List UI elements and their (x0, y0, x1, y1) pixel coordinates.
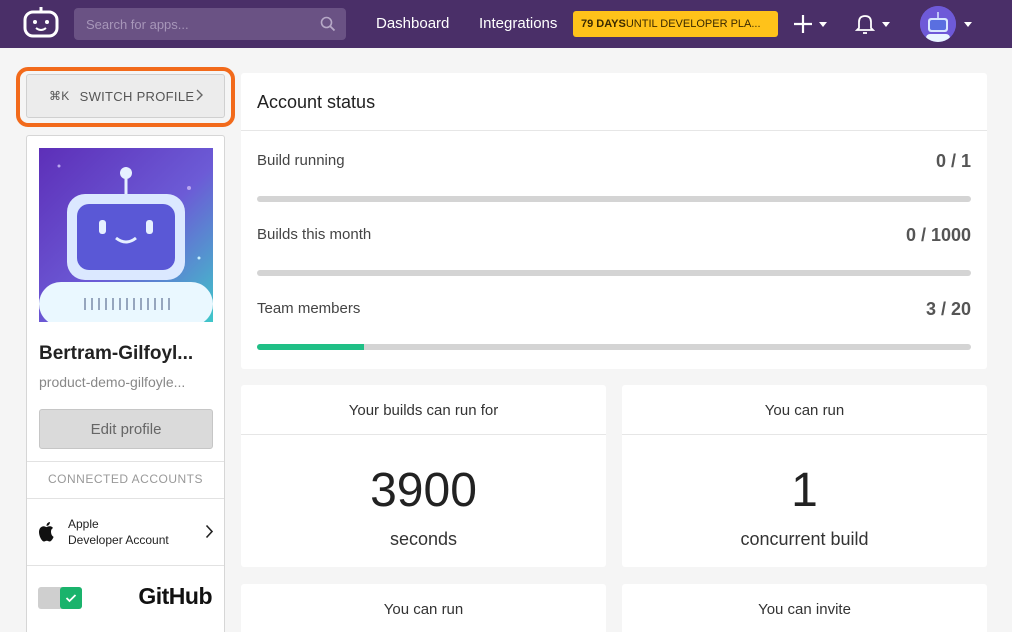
stat-heading: You can run (383, 601, 464, 618)
stat-number: 3900 (370, 464, 477, 517)
switch-profile-button[interactable]: ⌘K SWITCH PROFILE (26, 74, 225, 118)
github-connection-toggle[interactable] (38, 587, 82, 609)
profile-card: Bertram-Gilfoyl... product-demo-gilfoyle… (26, 135, 225, 632)
account-status-title: Account status (257, 92, 376, 112)
profile-robot-image (39, 148, 213, 322)
switch-profile-shortcut: ⌘K (49, 89, 70, 103)
concurrency-card: You can run 1 concurrent build (622, 385, 987, 567)
metric-value: 3 / 20 (925, 299, 971, 319)
apple-account-label: Apple Developer Account (68, 516, 169, 548)
apple-account-line1: Apple (68, 517, 99, 531)
notifications-chevron-down-icon[interactable] (882, 22, 890, 27)
switch-profile-label: SWITCH PROFILE (79, 88, 195, 104)
metric-value: 0 / 1000 (905, 225, 971, 245)
apple-account-line2: Developer Account (68, 533, 169, 547)
chevron-right-icon[interactable] (205, 524, 214, 544)
top-navigation-bar: Dashboard Integrations 79 DAYS UNTIL DEV… (0, 0, 1012, 48)
stat-number: 1 (791, 464, 818, 517)
chevron-right-icon (196, 88, 204, 105)
search-input[interactable] (86, 16, 306, 32)
builds-month-progress-bar (257, 270, 971, 276)
stat-heading: You can invite (758, 601, 851, 618)
trial-countdown-banner[interactable]: 79 DAYS UNTIL DEVELOPER PLA... (573, 11, 778, 37)
metric-label: Team members (257, 300, 361, 317)
metric-label: Builds this month (257, 226, 372, 243)
team-members-progress-bar (257, 344, 971, 350)
search-icon[interactable] (320, 16, 336, 37)
stat-heading: Your builds can run for (241, 385, 606, 435)
nav-dashboard-link[interactable]: Dashboard (376, 15, 449, 32)
progress-fill (257, 344, 365, 350)
builds-running-progress-bar (257, 196, 971, 202)
stat-heading: You can run (622, 385, 987, 435)
profile-handle: product-demo-gilfoyle... (39, 374, 186, 390)
metric-label: Build running (257, 152, 345, 169)
account-status-card: Account status Build running 0 / 1 Build… (241, 73, 987, 369)
stat-card: You can run (241, 584, 606, 632)
github-label: GitHub (138, 583, 212, 609)
stat-card: You can invite (622, 584, 987, 632)
notification-bell-icon[interactable] (854, 13, 876, 40)
bitrise-logo-icon[interactable] (22, 6, 60, 40)
user-avatar[interactable] (920, 6, 956, 42)
profile-name: Bertram-Gilfoyl... (39, 343, 194, 364)
add-new-icon[interactable] (792, 13, 814, 40)
nav-integrations-link[interactable]: Integrations (479, 15, 557, 32)
trial-text: UNTIL DEVELOPER PLA... (625, 18, 761, 30)
trial-days: 79 DAYS (581, 18, 626, 30)
github-account-row: GitHub (27, 565, 224, 631)
metric-value: 0 / 1 (935, 151, 971, 171)
stat-unit: seconds (389, 529, 458, 549)
checkmark-icon (60, 587, 82, 609)
connected-accounts-heading: CONNECTED ACCOUNTS (47, 472, 203, 486)
apple-developer-account-row[interactable]: Apple Developer Account (27, 499, 224, 565)
stat-unit: concurrent build (740, 529, 869, 549)
apple-logo-icon (37, 519, 57, 548)
app-search-box[interactable] (74, 8, 346, 40)
divider (27, 461, 224, 462)
user-menu-chevron-down-icon[interactable] (964, 22, 972, 27)
add-new-chevron-down-icon[interactable] (819, 22, 827, 27)
edit-profile-button[interactable]: Edit profile (39, 409, 213, 449)
build-time-card: Your builds can run for 3900 seconds (241, 385, 606, 567)
divider (241, 130, 987, 131)
